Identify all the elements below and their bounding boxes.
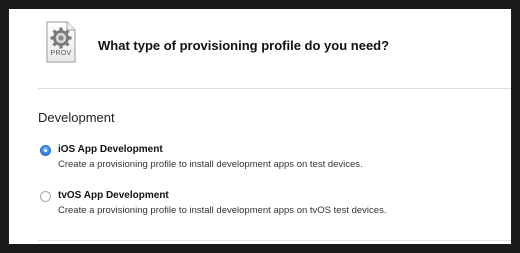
divider — [38, 88, 511, 89]
option-description: Create a provisioning profile to install… — [58, 159, 363, 170]
header: PROV What type of provisioning profile d… — [9, 9, 511, 87]
page-title: What type of provisioning profile do you… — [98, 38, 390, 53]
file-icon-label: PROV — [50, 50, 72, 57]
radio-ios-app-development[interactable] — [40, 145, 51, 156]
section-title: Development — [38, 110, 115, 125]
divider — [38, 240, 511, 241]
option-label[interactable]: tvOS App Development — [58, 190, 169, 201]
option-label[interactable]: iOS App Development — [58, 144, 163, 155]
provisioning-file-icon: PROV — [44, 21, 78, 63]
gear-icon — [50, 27, 72, 49]
radio-tvos-app-development[interactable] — [40, 191, 51, 202]
option-description: Create a provisioning profile to install… — [58, 205, 387, 216]
dialog-panel: PROV What type of provisioning profile d… — [9, 9, 511, 244]
